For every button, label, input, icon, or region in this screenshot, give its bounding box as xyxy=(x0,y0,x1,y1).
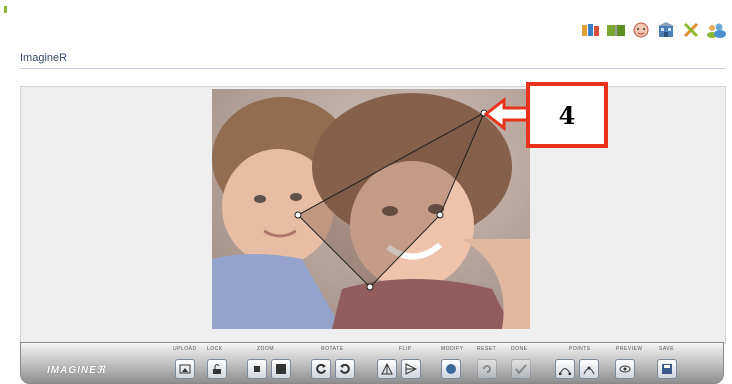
book-icon[interactable] xyxy=(606,22,626,38)
flip-horizontal-icon xyxy=(405,363,417,375)
corner-mark xyxy=(4,6,7,13)
top-icon-bar xyxy=(581,22,726,38)
step-callout: 4 xyxy=(526,82,608,148)
flip-horizontal-button[interactable] xyxy=(401,359,421,379)
flip-vertical-button[interactable] xyxy=(377,359,397,379)
group-label-reset: RESET xyxy=(477,346,497,352)
save-icon xyxy=(662,364,672,374)
curve-points-alt-icon xyxy=(583,366,595,375)
eye-icon xyxy=(619,365,631,373)
rotate-right-icon xyxy=(340,363,350,374)
photo-canvas[interactable] xyxy=(212,89,530,329)
callout-arrow xyxy=(484,96,530,132)
modify-icon xyxy=(446,364,456,374)
upload-icon xyxy=(179,364,191,374)
group-label-lock: LOCK xyxy=(207,346,223,352)
reset-icon xyxy=(483,365,491,373)
checkmark-icon xyxy=(515,364,527,375)
app-title: ImagineR xyxy=(20,52,68,64)
editor-toolbar: IMAGINEℜ UPLOAD LOCK ZOOM ROTATE FLIP MO… xyxy=(20,342,724,384)
group-label-zoom: ZOOM xyxy=(257,346,274,352)
group-label-modify: MODIFY xyxy=(441,346,464,352)
group-label-done: DONE xyxy=(511,346,528,352)
group-label-points: POINTS xyxy=(569,346,591,352)
flip-vertical-icon xyxy=(381,363,393,375)
title-divider xyxy=(20,68,726,69)
zoom-in-icon xyxy=(276,364,286,374)
modify-button[interactable] xyxy=(441,359,461,379)
lock-icon xyxy=(213,364,221,374)
curve-points-icon xyxy=(559,368,571,375)
step-number: 4 xyxy=(558,100,576,130)
brand-logo: IMAGINEℜ xyxy=(47,365,106,376)
group-label-flip: FLIP xyxy=(399,346,412,352)
zoom-in-button[interactable] xyxy=(271,359,291,379)
preview-button[interactable] xyxy=(615,359,635,379)
zoom-out-icon xyxy=(254,366,260,372)
rotate-left-icon xyxy=(316,363,326,374)
group-label-upload: UPLOAD xyxy=(173,346,197,352)
group-label-preview: PREVIEW xyxy=(616,346,643,352)
building-icon[interactable] xyxy=(656,22,676,38)
tools-icon[interactable] xyxy=(681,22,701,38)
reset-button[interactable] xyxy=(477,359,497,379)
done-button[interactable] xyxy=(511,359,531,379)
group-label-rotate: ROTATE xyxy=(321,346,344,352)
rotate-left-button[interactable] xyxy=(311,359,331,379)
save-button[interactable] xyxy=(657,359,677,379)
lock-button[interactable] xyxy=(207,359,227,379)
rotate-right-button[interactable] xyxy=(335,359,355,379)
face-icon[interactable] xyxy=(631,22,651,38)
points-add-button[interactable] xyxy=(555,359,575,379)
upload-button[interactable] xyxy=(175,359,195,379)
points-remove-button[interactable] xyxy=(579,359,599,379)
group-label-save: SAVE xyxy=(659,346,674,352)
books-icon[interactable] xyxy=(581,22,601,38)
people-icon[interactable] xyxy=(706,22,726,38)
zoom-out-button[interactable] xyxy=(247,359,267,379)
